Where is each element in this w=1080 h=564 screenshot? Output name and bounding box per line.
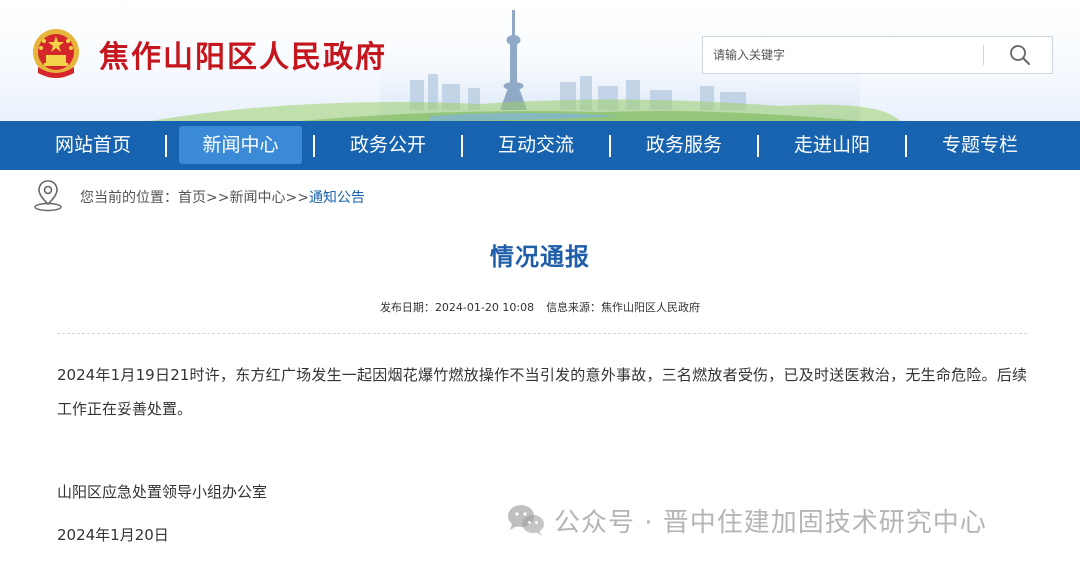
- main-nav: 网站首页 新闻中心 政务公开 互动交流 政务服务 走进山阳 专题专栏: [0, 121, 1080, 170]
- article-signdate: 2024年1月20日: [57, 526, 169, 544]
- nav-separator: [905, 135, 907, 157]
- search-box: [702, 36, 1053, 74]
- content-divider: [57, 333, 1027, 334]
- search-button[interactable]: [988, 37, 1052, 73]
- watermark: 公众号 · 晋中住建加固技术研究中心: [506, 500, 987, 540]
- nav-separator: [461, 135, 463, 157]
- search-icon: [1010, 45, 1030, 65]
- article-body: 2024年1月19日21时许，东方红广场发生一起因烟花爆竹燃放操作不当引发的意外…: [57, 366, 1027, 418]
- nav-item-special-topics[interactable]: 专题专栏: [927, 126, 1033, 164]
- breadcrumb-text: 您当前的位置：首页>>新闻中心>>通知公告: [80, 187, 365, 207]
- nav-separator: [757, 135, 759, 157]
- breadcrumb-separator: >>: [206, 190, 230, 206]
- nav-separator: [165, 135, 167, 157]
- site-title[interactable]: 焦作山阳区人民政府: [99, 32, 387, 76]
- article-meta: 发布日期：2024-01-20 10:08 信息来源：焦作山阳区人民政府: [0, 299, 1080, 315]
- article-signoff: 山阳区应急处置领导小组办公室: [57, 483, 268, 501]
- search-divider: [983, 45, 984, 65]
- breadcrumb-current[interactable]: 通知公告: [309, 190, 365, 206]
- source-label: 信息来源：: [546, 301, 602, 314]
- nav-item-interaction[interactable]: 互动交流: [483, 126, 589, 164]
- breadcrumb-section[interactable]: 新闻中心: [229, 190, 285, 206]
- search-input[interactable]: [703, 37, 983, 73]
- breadcrumb-home[interactable]: 首页: [178, 190, 206, 206]
- wechat-icon: [508, 505, 544, 536]
- watermark-text: 公众号 · 晋中住建加固技术研究中心: [554, 507, 987, 538]
- nav-item-gov-affairs[interactable]: 政务公开: [335, 126, 441, 164]
- nav-item-home[interactable]: 网站首页: [40, 126, 146, 164]
- info-source: 焦作山阳区人民政府: [601, 301, 701, 314]
- nav-item-news[interactable]: 新闻中心: [179, 126, 302, 164]
- article-title: 情况通报: [490, 243, 590, 271]
- breadcrumb-separator: >>: [285, 190, 309, 206]
- publish-date: 2024-01-20 10:08: [434, 301, 535, 314]
- date-label: 发布日期：: [379, 301, 435, 314]
- national-emblem-icon: [33, 29, 79, 78]
- nav-separator: [609, 135, 611, 157]
- site-header: 焦作山阳区人民政府: [0, 0, 1080, 121]
- location-pin-icon: [34, 180, 62, 212]
- nav-item-gov-services[interactable]: 政务服务: [631, 126, 737, 164]
- breadcrumb-prefix: 您当前的位置：: [80, 190, 178, 206]
- nav-separator: [313, 135, 315, 157]
- breadcrumb: 您当前的位置：首页>>新闻中心>>通知公告: [32, 178, 632, 212]
- nav-item-about-shanyang[interactable]: 走进山阳: [779, 126, 885, 164]
